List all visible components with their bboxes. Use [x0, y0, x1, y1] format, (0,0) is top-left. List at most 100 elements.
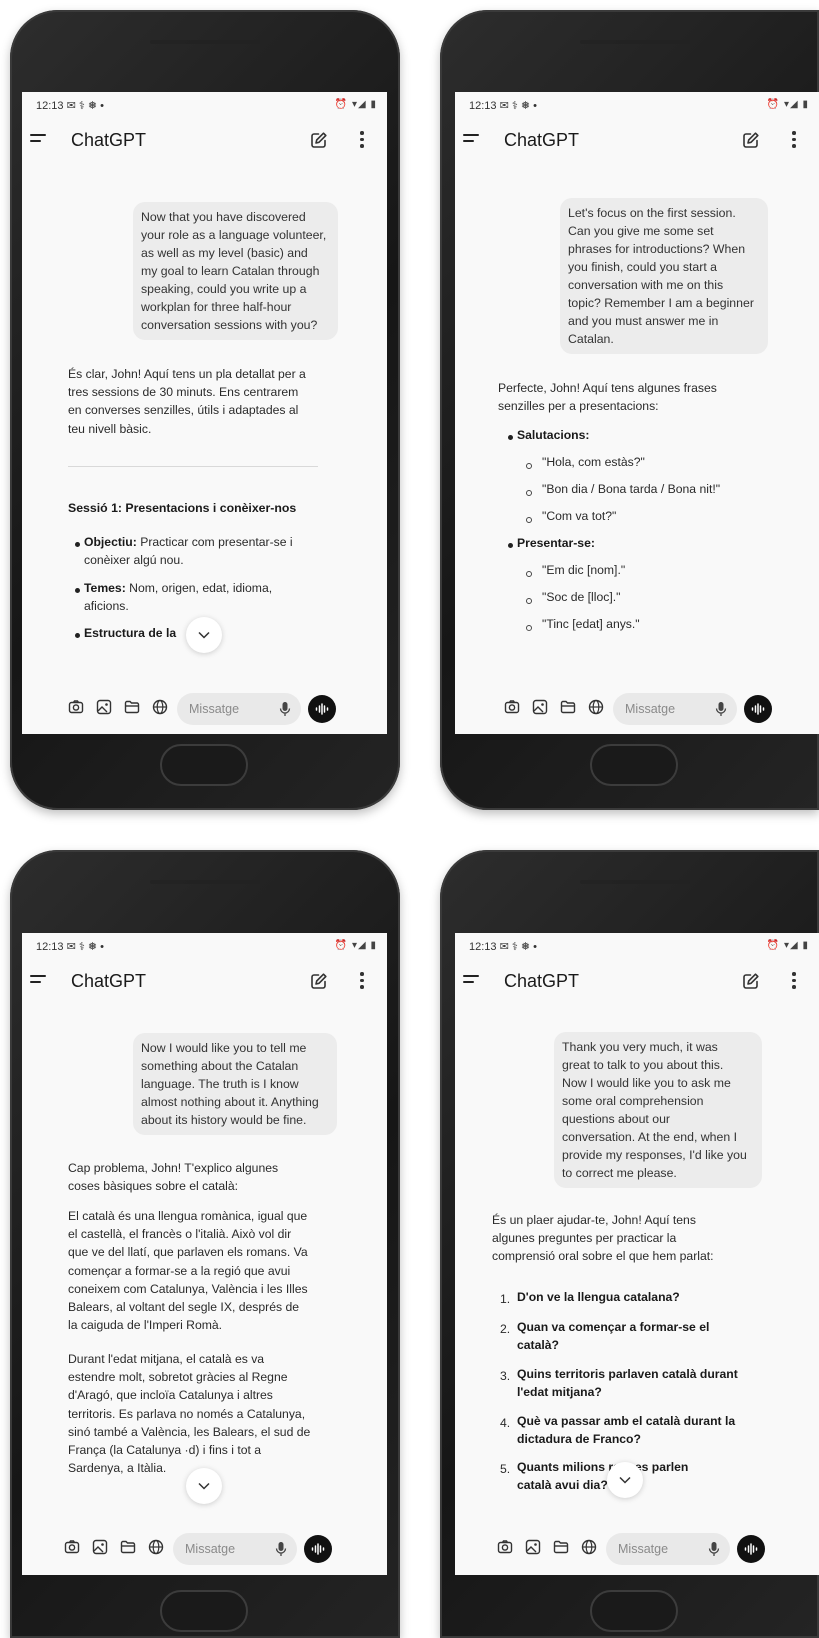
- folder-icon[interactable]: [553, 1539, 569, 1555]
- user-message: Now that you have discovered your role a…: [133, 202, 338, 340]
- scroll-down-button[interactable]: [186, 1468, 222, 1504]
- new-chat-icon[interactable]: [741, 130, 761, 150]
- home-button[interactable]: [590, 1590, 678, 1632]
- home-button[interactable]: [160, 1590, 248, 1632]
- bullet-label: Temes:: [84, 581, 126, 595]
- assistant-line: estendre molt, sobretot gràcies al Regne: [68, 1370, 288, 1385]
- camera-icon[interactable]: [68, 699, 84, 715]
- user-message-line: provide my responses, I'd like you: [562, 1148, 747, 1162]
- voice-mode-button[interactable]: [737, 1535, 765, 1563]
- app-title[interactable]: ChatGPT: [71, 130, 146, 151]
- phrase-item: "Em dic [nom].": [542, 563, 626, 577]
- globe-icon[interactable]: [152, 699, 168, 715]
- question-number: 5.: [500, 1462, 511, 1476]
- divider: [68, 466, 318, 467]
- assistant-intro: Perfecte, John! Aquí tens algunes frases…: [498, 379, 760, 415]
- menu-icon[interactable]: [30, 134, 46, 144]
- photo-icon[interactable]: [96, 699, 112, 715]
- scroll-down-button[interactable]: [186, 617, 222, 653]
- user-message-line: to correct me please.: [562, 1166, 677, 1180]
- photo-icon[interactable]: [532, 699, 548, 715]
- question-number: 3.: [500, 1369, 511, 1383]
- photo-icon[interactable]: [525, 1539, 541, 1555]
- more-options-icon[interactable]: [359, 131, 365, 149]
- folder-icon[interactable]: [120, 1539, 136, 1555]
- user-message-line: almost nothing about it. Anything: [141, 1095, 319, 1109]
- home-button[interactable]: [590, 744, 678, 786]
- app-title[interactable]: ChatGPT: [71, 971, 146, 992]
- user-message-line: Let's focus on the first session.: [568, 206, 736, 220]
- microphone-icon[interactable]: [708, 1541, 720, 1557]
- more-options-icon[interactable]: [359, 972, 365, 990]
- message-placeholder: Missatge: [618, 1542, 669, 1556]
- folder-icon[interactable]: [124, 699, 140, 715]
- phone-4: 12:13 ✉ ⚕ ❅ • ⏰ ▾◢ ▮ ChatGPT Thank you v…: [440, 850, 819, 1638]
- user-message-line: language. The truth is I know: [141, 1077, 299, 1091]
- phrase-item: "Bon dia / Bona tarda / Bona nit!": [542, 482, 721, 496]
- question-number: 2.: [500, 1322, 511, 1336]
- voice-mode-button[interactable]: [744, 695, 772, 723]
- microphone-icon[interactable]: [279, 701, 291, 717]
- voice-mode-button[interactable]: [304, 1535, 332, 1563]
- user-message-line: your role as a language volunteer,: [141, 228, 327, 242]
- bullet-dot: [75, 588, 80, 593]
- phone-1: 12:13 ✉ ⚕ ❅ • ⏰ ▾◢ ▮ ChatGPT Now that yo…: [10, 10, 400, 810]
- question-number: 4.: [500, 1416, 511, 1430]
- question-text: D'on ve la llengua catalana?: [517, 1290, 680, 1304]
- assistant-line: Cap problema, John! T'explico algunes: [68, 1161, 279, 1175]
- scroll-down-button[interactable]: [607, 1462, 643, 1498]
- user-message: Now I would like you to tell me somethin…: [133, 1033, 337, 1135]
- camera-icon[interactable]: [497, 1539, 513, 1555]
- menu-icon[interactable]: [30, 975, 46, 985]
- message-input[interactable]: Missatge: [177, 693, 301, 725]
- globe-icon[interactable]: [588, 699, 604, 715]
- assistant-line: sinó també a València, les Balears, el s…: [68, 1424, 311, 1439]
- voice-mode-button[interactable]: [308, 695, 336, 723]
- user-message-line: some oral comprehension: [562, 1094, 704, 1108]
- more-options-icon[interactable]: [791, 131, 797, 149]
- status-time: 12:13 ✉ ⚕ ❅ •: [36, 100, 104, 112]
- question-text: català avui dia?: [517, 1478, 608, 1493]
- globe-icon[interactable]: [581, 1539, 597, 1555]
- assistant-line: Balears, al voltant del segle IX, despré…: [68, 1300, 300, 1315]
- bullet-item: Estructura de la :: [84, 624, 284, 642]
- message-input[interactable]: Missatge: [606, 1533, 730, 1565]
- menu-icon[interactable]: [463, 134, 479, 144]
- photo-icon[interactable]: [92, 1539, 108, 1555]
- new-chat-icon[interactable]: [309, 971, 329, 991]
- more-options-icon[interactable]: [791, 972, 797, 990]
- sub-bullet: [526, 598, 532, 604]
- status-bar: 12:13 ✉ ⚕ ❅ • ⏰ ▾◢ ▮: [22, 933, 387, 959]
- assistant-line: França (la Catalunya ·d) i fins i tot a: [68, 1443, 262, 1458]
- status-icons: ⏰ ▾◢ ▮: [766, 940, 809, 951]
- sub-bullet: [526, 517, 532, 523]
- home-button[interactable]: [160, 744, 248, 786]
- message-input[interactable]: Missatge: [613, 693, 737, 725]
- question-item: Quan va començar a formar-se el català?: [517, 1318, 709, 1354]
- globe-icon[interactable]: [148, 1539, 164, 1555]
- camera-icon[interactable]: [504, 699, 520, 715]
- question-item: D'on ve la llengua catalana?: [517, 1288, 680, 1306]
- user-message-line: Thank you very much, it was: [562, 1040, 718, 1054]
- user-message-line: Now I would like you to ask me: [562, 1076, 731, 1090]
- folder-icon[interactable]: [560, 699, 576, 715]
- message-placeholder: Missatge: [189, 702, 240, 716]
- question-text: català?: [517, 1338, 560, 1353]
- bullet-text: conèixer algú nou.: [84, 553, 184, 568]
- user-message-line: Catalan.: [568, 332, 614, 346]
- new-chat-icon[interactable]: [741, 971, 761, 991]
- camera-icon[interactable]: [64, 1539, 80, 1555]
- assistant-intro: És un plaer ajudar-te, John! Aquí tens a…: [492, 1211, 762, 1266]
- microphone-icon[interactable]: [715, 701, 727, 717]
- microphone-icon[interactable]: [275, 1541, 287, 1557]
- menu-icon[interactable]: [463, 975, 479, 985]
- group-label-text: Salutacions:: [517, 428, 590, 442]
- status-time: 12:13 ✉ ⚕ ❅ •: [469, 941, 537, 953]
- app-title[interactable]: ChatGPT: [504, 130, 579, 151]
- sub-bullet: [526, 490, 532, 496]
- bullet-text: aficions.: [84, 599, 129, 614]
- user-message-line: workplan for three half-hour: [141, 300, 292, 314]
- new-chat-icon[interactable]: [309, 130, 329, 150]
- message-input[interactable]: Missatge: [173, 1533, 297, 1565]
- app-title[interactable]: ChatGPT: [504, 971, 579, 992]
